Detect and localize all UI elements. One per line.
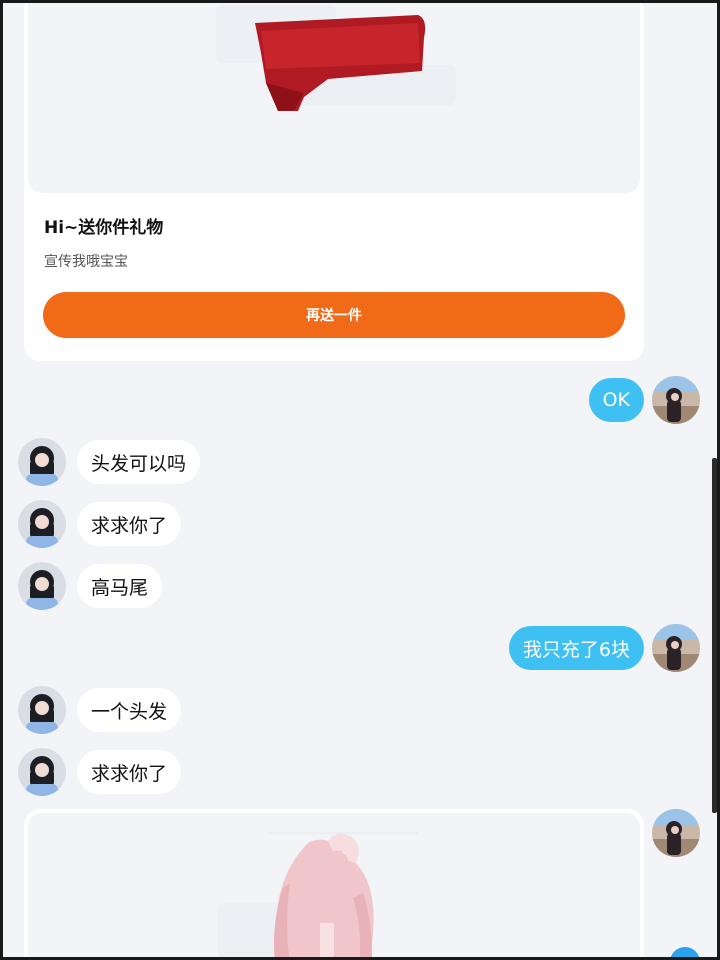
- user-avatar-icon: [652, 376, 700, 424]
- contact-avatar-icon: [18, 562, 66, 610]
- chat-screen: Hi~送你件礼物 宣传我哦宝宝 再送一件 OK 头发可以吗 求求你了 高马尾 我…: [3, 3, 717, 957]
- contact-avatar-icon: [18, 500, 66, 548]
- gift-card[interactable]: [24, 809, 644, 957]
- avatar[interactable]: [18, 562, 66, 610]
- message-row: 一个头发: [3, 685, 717, 735]
- gift-image: [28, 3, 640, 193]
- avatar[interactable]: [18, 748, 66, 796]
- avatar[interactable]: [18, 500, 66, 548]
- message-row: 我只充了6块: [3, 623, 717, 673]
- message-bubble-incoming[interactable]: 求求你了: [77, 502, 182, 546]
- red-headband-image: [216, 5, 456, 111]
- status-indicator-icon: [670, 947, 700, 957]
- avatar[interactable]: [652, 624, 700, 672]
- pink-ponytail-hair-image: [218, 832, 418, 957]
- scrollbar[interactable]: [712, 458, 717, 813]
- message-row: 头发可以吗: [3, 437, 717, 487]
- contact-avatar-icon: [18, 686, 66, 734]
- user-avatar-icon: [652, 809, 700, 857]
- contact-avatar-icon: [18, 438, 66, 486]
- message-bubble-incoming[interactable]: 求求你了: [77, 750, 182, 794]
- gift-image: [28, 813, 640, 957]
- send-again-button[interactable]: 再送一件: [43, 292, 625, 338]
- avatar[interactable]: [652, 376, 700, 424]
- avatar[interactable]: [652, 809, 700, 857]
- message-row: 求求你了: [3, 747, 717, 797]
- message-row: OK: [3, 375, 717, 425]
- message-bubble-outgoing[interactable]: 我只充了6块: [508, 626, 644, 670]
- avatar[interactable]: [18, 686, 66, 734]
- message-bubble-outgoing[interactable]: OK: [588, 378, 644, 422]
- message-row: 求求你了: [3, 499, 717, 549]
- message-row: 高马尾: [3, 561, 717, 611]
- contact-avatar-icon: [18, 748, 66, 796]
- gift-title: Hi~送你件礼物: [44, 218, 164, 238]
- message-bubble-incoming[interactable]: 高马尾: [77, 564, 163, 608]
- message-bubble-incoming[interactable]: 头发可以吗: [77, 440, 201, 484]
- gift-card[interactable]: Hi~送你件礼物 宣传我哦宝宝 再送一件: [24, 3, 644, 361]
- user-avatar-icon: [652, 624, 700, 672]
- avatar[interactable]: [18, 438, 66, 486]
- message-bubble-incoming[interactable]: 一个头发: [77, 688, 182, 732]
- gift-subtitle: 宣传我哦宝宝: [44, 254, 128, 270]
